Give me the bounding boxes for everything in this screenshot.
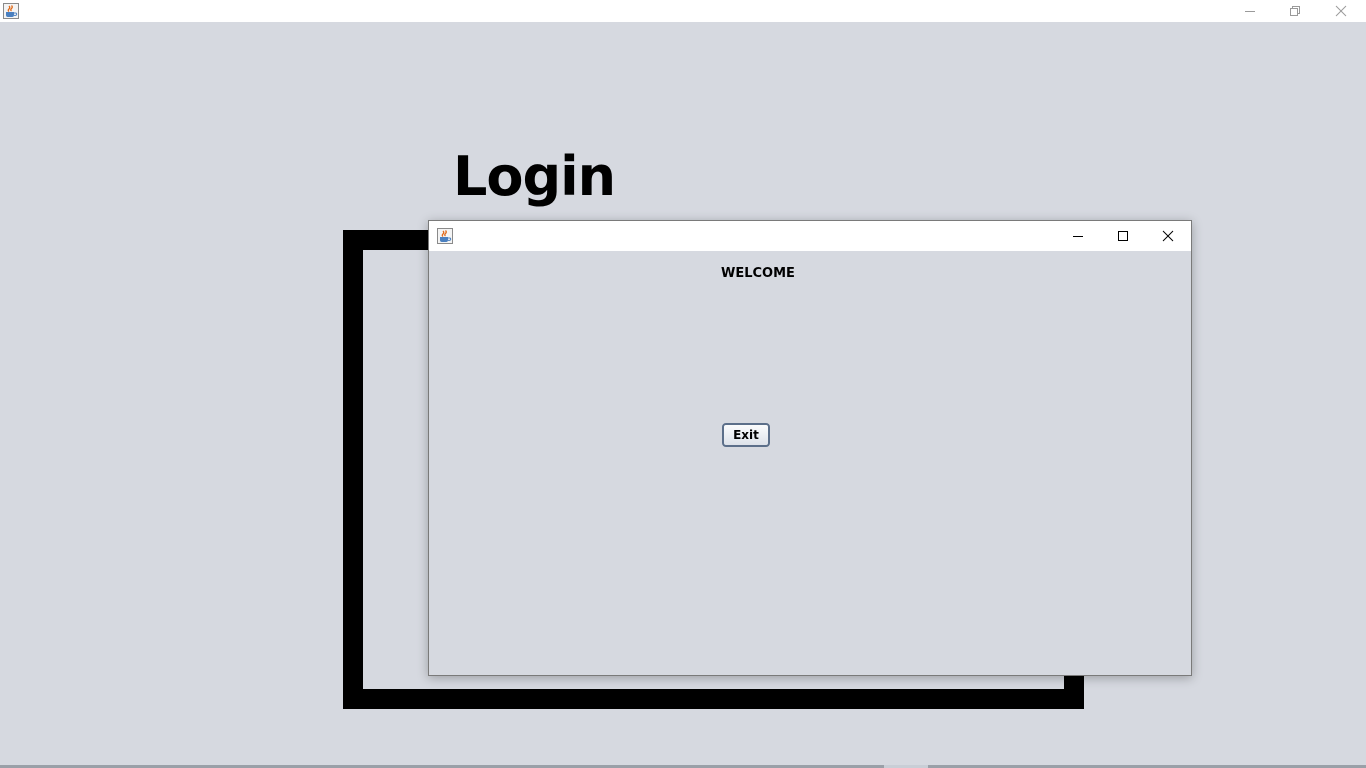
minimize-icon — [1244, 11, 1255, 12]
welcome-label-wrap: WELCOME — [721, 264, 795, 282]
close-button[interactable] — [1318, 0, 1363, 22]
welcome-dialog: WELCOME Exit — [428, 220, 1192, 676]
java-cup-icon[interactable] — [437, 228, 453, 244]
restore-button[interactable] — [1272, 0, 1317, 22]
maximize-icon — [1117, 231, 1128, 241]
exit-button[interactable]: Exit — [722, 423, 770, 447]
dialog-titlebar[interactable] — [429, 221, 1191, 251]
welcome-label: WELCOME — [721, 266, 795, 281]
login-title: Login — [453, 145, 616, 208]
java-cup-icon[interactable] — [3, 3, 19, 19]
close-icon — [1335, 5, 1346, 17]
main-window-titlebar — [0, 0, 1366, 22]
dialog-maximize-button[interactable] — [1100, 221, 1145, 251]
restore-icon — [1289, 6, 1300, 16]
close-icon — [1162, 230, 1173, 242]
minimize-button[interactable] — [1227, 0, 1272, 22]
minimize-icon — [1072, 236, 1083, 237]
dialog-close-button[interactable] — [1145, 221, 1190, 251]
dialog-minimize-button[interactable] — [1055, 221, 1100, 251]
